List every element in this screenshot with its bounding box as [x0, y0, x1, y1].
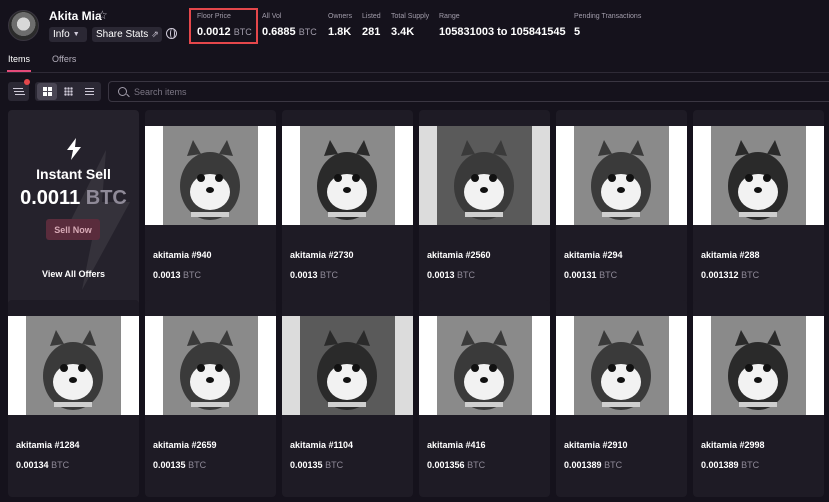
tab-offers[interactable]: Offers	[52, 54, 76, 64]
stat-value-range: 105831003 to 105841545	[439, 26, 566, 38]
view-all-offers-link[interactable]: View All Offers	[8, 269, 139, 279]
nft-card[interactable]: akitamia #2560 0.0013 BTC	[419, 110, 550, 307]
stat-value-listed: 281	[362, 26, 381, 38]
nft-name: akitamia #416	[427, 440, 486, 450]
nft-price: 0.001356 BTC	[427, 460, 486, 470]
nft-image	[693, 316, 824, 415]
sell-now-button[interactable]: Sell Now	[46, 219, 100, 240]
nft-name: akitamia #2560	[427, 250, 491, 260]
stat-label-listed: Listed	[362, 13, 381, 20]
search-box	[108, 81, 829, 102]
nft-image	[145, 316, 276, 415]
star-icon[interactable]: ☆	[97, 8, 108, 22]
nft-price: 0.0013 BTC	[290, 270, 339, 280]
info-label: Info	[53, 29, 70, 40]
instant-sell-card: Instant Sell 0.0011 BTC Sell Now View Al…	[8, 110, 139, 307]
nft-price: 0.001389 BTC	[701, 460, 760, 470]
list-icon	[84, 91, 94, 92]
globe-icon[interactable]	[166, 28, 177, 39]
collection-avatar	[8, 10, 39, 41]
nft-image	[693, 126, 824, 225]
nft-name: akitamia #1284	[16, 440, 80, 450]
search-input[interactable]	[134, 84, 734, 99]
nft-price: 0.00135 BTC	[153, 460, 207, 470]
nft-price: 0.0013 BTC	[427, 270, 476, 280]
search-icon	[118, 87, 127, 96]
stat-label-owners: Owners	[328, 13, 353, 20]
tab-divider	[0, 72, 829, 73]
stat-value-floor-price: 0.0012 BTC	[197, 26, 252, 38]
stat-value-pending: 5	[574, 26, 581, 38]
stat-label-range: Range	[439, 13, 460, 20]
stat-value-all-vol: 0.6885 BTC	[262, 26, 317, 38]
nft-card[interactable]: akitamia #1104 0.00135 BTC	[282, 300, 413, 497]
share-icon: ⇗	[151, 29, 159, 39]
nft-card[interactable]: akitamia #2998 0.001389 BTC	[693, 300, 824, 497]
nft-price: 0.001312 BTC	[701, 270, 760, 280]
stat-value-owners: 1.8K	[328, 26, 352, 38]
nft-name: akitamia #1104	[290, 440, 354, 450]
share-stats-button[interactable]: Share Stats ⇗	[92, 27, 162, 42]
nft-name: akitamia #2659	[153, 440, 217, 450]
nft-name: akitamia #2910	[564, 440, 628, 450]
view-toggle-group	[35, 82, 101, 101]
grid-small-view-button[interactable]	[58, 83, 78, 100]
info-dropdown[interactable]: Info ▼	[49, 27, 87, 42]
share-label: Share Stats	[96, 29, 149, 40]
nft-name: akitamia #2730	[290, 250, 354, 260]
instant-sell-price: 0.0011 BTC	[20, 187, 127, 209]
nft-card[interactable]: akitamia #2910 0.001389 BTC	[556, 300, 687, 497]
nft-card[interactable]: akitamia #1284 0.00134 BTC	[8, 300, 139, 497]
nft-price: 0.001389 BTC	[564, 460, 623, 470]
nft-card[interactable]: akitamia #940 0.0013 BTC	[145, 110, 276, 307]
bolt-icon	[67, 138, 81, 160]
filter-icon	[13, 88, 23, 89]
grid-small-icon	[63, 87, 73, 96]
grid-large-view-button[interactable]	[37, 83, 57, 100]
nft-card[interactable]: akitamia #288 0.001312 BTC	[693, 110, 824, 307]
nft-image	[556, 126, 687, 225]
nft-price: 0.00131 BTC	[564, 270, 618, 280]
nft-name: akitamia #288	[701, 250, 760, 260]
stat-label-total-supply: Total Supply	[391, 13, 430, 20]
nft-image	[282, 126, 413, 225]
nft-image	[419, 126, 550, 225]
collection-name: Akita Mia	[49, 9, 102, 23]
nft-name: akitamia #294	[564, 250, 623, 260]
stat-label-pending: Pending Transactions	[574, 13, 642, 20]
tab-items[interactable]: Items	[8, 54, 30, 64]
stat-label-floor-price: Floor Price	[197, 13, 231, 20]
nft-price: 0.00135 BTC	[290, 460, 344, 470]
chevron-down-icon: ▼	[72, 31, 80, 38]
nft-image	[282, 316, 413, 415]
filter-active-dot	[24, 79, 30, 85]
list-view-button[interactable]	[79, 83, 99, 100]
nft-name: akitamia #940	[153, 250, 212, 260]
nft-image	[419, 316, 550, 415]
nft-price: 0.00134 BTC	[16, 460, 70, 470]
nft-card[interactable]: akitamia #416 0.001356 BTC	[419, 300, 550, 497]
stat-label-all-vol: All Vol	[262, 13, 282, 20]
nft-card[interactable]: akitamia #294 0.00131 BTC	[556, 110, 687, 307]
instant-sell-title: Instant Sell	[36, 166, 111, 182]
nft-price: 0.0013 BTC	[153, 270, 202, 280]
nft-image	[145, 126, 276, 225]
nft-image	[556, 316, 687, 415]
collection-header: Akita Mia ☆ Info ▼ Share Stats ⇗ Floor P…	[0, 0, 829, 50]
nft-image	[8, 316, 139, 415]
nft-card[interactable]: akitamia #2730 0.0013 BTC	[282, 110, 413, 307]
stat-value-total-supply: 3.4K	[391, 26, 415, 38]
grid-large-icon	[42, 87, 52, 96]
nft-card[interactable]: akitamia #2659 0.00135 BTC	[145, 300, 276, 497]
nft-name: akitamia #2998	[701, 440, 765, 450]
